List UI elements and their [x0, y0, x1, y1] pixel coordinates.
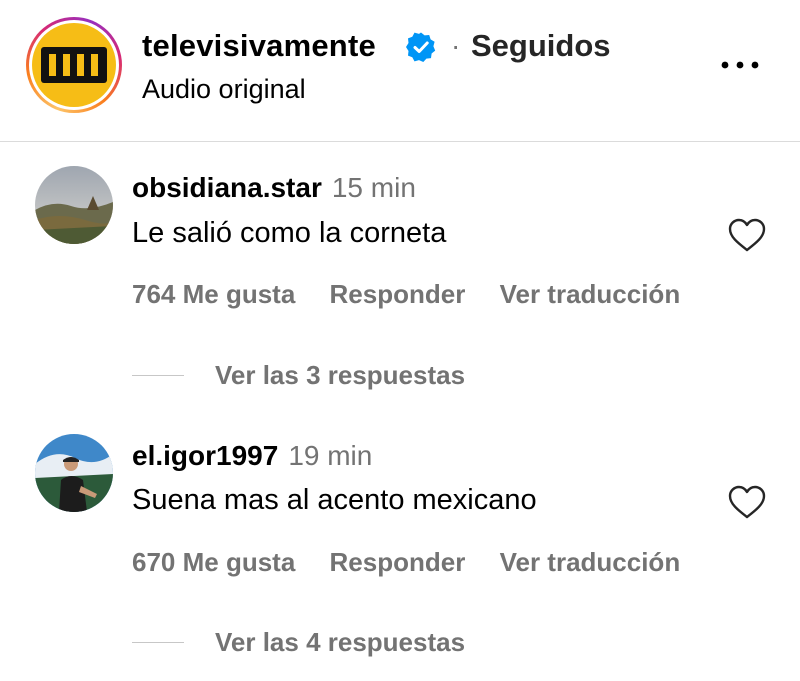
replies-divider-line — [132, 375, 184, 376]
account-username[interactable]: televisivamente — [142, 26, 376, 66]
replies-divider-line — [132, 642, 184, 643]
heart-outline-icon[interactable] — [727, 217, 767, 253]
comments-panel: televisivamente · Seguidos Audio origina… — [0, 0, 800, 681]
comment-author[interactable]: el.igor1997 19 min — [132, 438, 372, 474]
likes-count[interactable]: 764 Me gusta — [132, 279, 295, 309]
comment-text: Suena mas al acento mexicano — [132, 484, 537, 516]
verified-badge-icon — [406, 32, 436, 62]
comment-text: Le salió como la corneta — [132, 217, 447, 249]
reply-button[interactable]: Responder — [330, 547, 466, 577]
televisivamente-logo — [32, 23, 116, 107]
comment-time: 15 min — [331, 172, 416, 203]
reply-button[interactable]: Responder — [330, 279, 466, 309]
commenter-avatar[interactable] — [35, 434, 113, 512]
comment-actions: 764 Me gusta Responder Ver traducción — [132, 277, 680, 311]
comment-username[interactable]: el.igor1997 — [132, 440, 278, 471]
likes-count[interactable]: 670 Me gusta — [132, 547, 295, 577]
landscape-photo — [35, 166, 113, 244]
following-button[interactable]: Seguidos — [471, 26, 611, 66]
comment-time: 19 min — [288, 440, 373, 471]
comment-actions: 670 Me gusta Responder Ver traducción — [132, 545, 680, 579]
comment-username[interactable]: obsidiana.star — [132, 172, 322, 203]
person-photo — [35, 434, 113, 512]
translate-button[interactable]: Ver traducción — [500, 279, 681, 309]
audio-original-link[interactable]: Audio original — [142, 72, 306, 106]
logo-graphic — [41, 47, 107, 83]
post-header: televisivamente · Seguidos Audio origina… — [0, 0, 800, 142]
more-horizontal-icon[interactable] — [718, 55, 762, 75]
heart-outline-icon[interactable] — [727, 484, 767, 520]
header-separator: · — [451, 30, 461, 61]
commenter-avatar[interactable] — [35, 166, 113, 244]
view-replies-label: Ver las 3 respuestas — [215, 360, 466, 390]
view-replies-label: Ver las 4 respuestas — [215, 627, 466, 657]
comment-author[interactable]: obsidiana.star 15 min — [132, 170, 416, 206]
translate-button[interactable]: Ver traducción — [500, 547, 681, 577]
account-avatar[interactable] — [26, 17, 122, 113]
